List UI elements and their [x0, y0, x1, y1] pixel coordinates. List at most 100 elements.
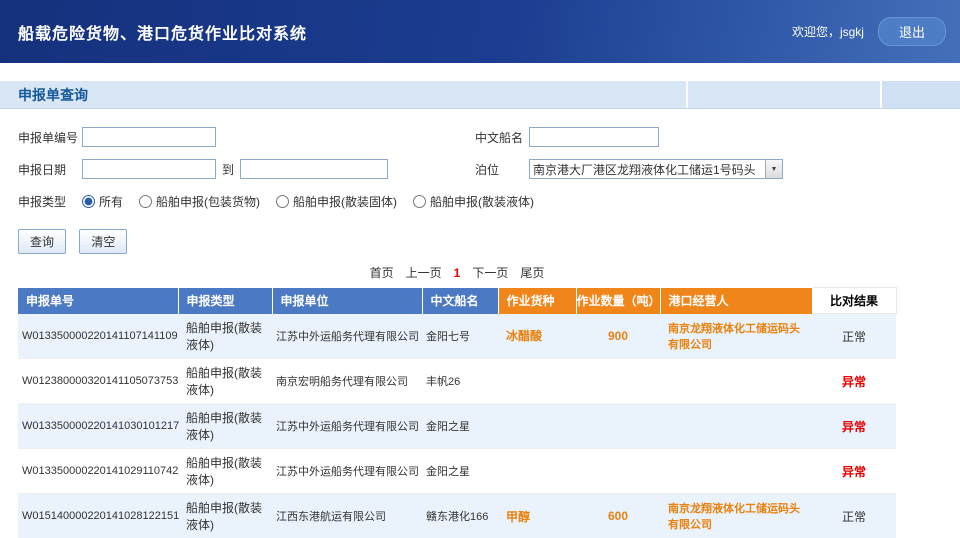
- cell-quantity: [576, 449, 660, 494]
- radio-option-bulk-liquid[interactable]: 船舶申报(散装液体): [413, 193, 534, 210]
- cell-ship-name: 金阳之星: [422, 449, 498, 494]
- declaration-no-input[interactable]: [82, 127, 216, 147]
- cell-agent: 江西东港航运有限公司: [272, 494, 422, 538]
- cell-declaration-no: W013350000220141107141109: [18, 314, 178, 359]
- table-row: W013350000220141107141109 船舶申报(散装液体) 江苏中…: [18, 314, 896, 359]
- form-row-2: 申报日期 到 泊位 南京港大厂港区龙翔液体化工储运1号码头 ▼: [18, 153, 960, 185]
- app-title: 船载危险货物、港口危货作业比对系统: [0, 20, 307, 44]
- date-range-group: 申报日期 到: [18, 159, 475, 179]
- cell-declaration-type: 船舶申报(散装液体): [178, 404, 272, 449]
- action-buttons: 查询 清空: [0, 217, 960, 254]
- radio-all-label: 所有: [99, 193, 123, 210]
- cell-agent: 江苏中外运船务代理有限公司: [272, 314, 422, 359]
- header-compare-result: 比对结果: [812, 288, 896, 314]
- result-value: 正常: [812, 314, 896, 359]
- cell-cargo: [498, 449, 576, 494]
- cell-operator: [660, 449, 812, 494]
- query-button[interactable]: 查询: [18, 229, 66, 254]
- form-row-3: 申报类型 所有 船舶申报(包装货物) 船舶申报(散装固体) 船舶申报(散装液体): [18, 185, 960, 217]
- cell-declaration-type: 船舶申报(散装液体): [178, 494, 272, 538]
- radio-option-bulk-solid[interactable]: 船舶申报(散装固体): [276, 193, 397, 210]
- cell-cargo: 冰醋酸: [498, 314, 576, 359]
- berth-select-value: 南京港大厂港区龙翔液体化工储运1号码头: [530, 161, 765, 178]
- form-row-1: 申报单编号 中文船名: [18, 121, 960, 153]
- cell-quantity: [576, 359, 660, 404]
- table-row: W015140000220141028122151 船舶申报(散装液体) 江西东…: [18, 494, 896, 538]
- header-ship-name: 中文船名: [422, 288, 498, 314]
- cell-ship-name: 丰帆26: [422, 359, 498, 404]
- cell-agent: 江苏中外运船务代理有限公司: [272, 449, 422, 494]
- radio-packaged[interactable]: [139, 195, 152, 208]
- pagination-current-page: 1: [454, 266, 461, 280]
- radio-bulk-solid[interactable]: [276, 195, 289, 208]
- page-title: 申报单查询: [0, 85, 88, 105]
- berth-label: 泊位: [475, 161, 529, 178]
- cell-declaration-type: 船舶申报(散装液体): [178, 359, 272, 404]
- cell-quantity: 900: [576, 314, 660, 359]
- cell-declaration-type: 船舶申报(散装液体): [178, 314, 272, 359]
- pagination-first[interactable]: 首页: [370, 264, 394, 281]
- declaration-no-group: 申报单编号: [18, 127, 475, 147]
- radio-bulk-solid-label: 船舶申报(散装固体): [293, 193, 397, 210]
- header-declaration-type: 申报类型: [178, 288, 272, 314]
- declaration-type-radios: 所有 船舶申报(包装货物) 船舶申报(散装固体) 船舶申报(散装液体): [82, 193, 550, 210]
- result-value: 异常: [812, 449, 896, 494]
- table-row: W013350000220141029110742 船舶申报(散装液体) 江苏中…: [18, 449, 896, 494]
- cell-cargo: [498, 359, 576, 404]
- result-value: 正常: [812, 494, 896, 538]
- cell-quantity: 600: [576, 494, 660, 538]
- radio-bulk-liquid[interactable]: [413, 195, 426, 208]
- header-cargo: 作业货种: [498, 288, 576, 314]
- pagination-prev[interactable]: 上一页: [406, 264, 442, 281]
- query-form: 申报单编号 中文船名 申报日期 到 泊位 南京港大厂港区龙翔液体化工储运1号码头…: [0, 109, 960, 217]
- declaration-type-label: 申报类型: [18, 193, 82, 210]
- cell-quantity: [576, 404, 660, 449]
- logout-button[interactable]: 退出: [878, 17, 946, 46]
- radio-bulk-liquid-label: 船舶申报(散装液体): [430, 193, 534, 210]
- cell-operator: [660, 404, 812, 449]
- radio-packaged-label: 船舶申报(包装货物): [156, 193, 260, 210]
- declaration-no-label: 申报单编号: [18, 129, 82, 146]
- table-header-row: 申报单号 申报类型 申报单位 中文船名 作业货种 作业数量（吨） 港口经营人 比…: [18, 288, 896, 314]
- header-user-area: 欢迎您，jsgkj 退出: [792, 0, 946, 63]
- cell-operator: [660, 359, 812, 404]
- date-to-label: 到: [222, 161, 234, 178]
- ship-name-input[interactable]: [529, 127, 659, 147]
- radio-all[interactable]: [82, 195, 95, 208]
- radio-option-packaged[interactable]: 船舶申报(包装货物): [139, 193, 260, 210]
- cell-operator: 南京龙翔液体化工储运码头有限公司: [660, 314, 812, 359]
- pagination-last[interactable]: 尾页: [520, 264, 544, 281]
- header-declaration-no: 申报单号: [18, 288, 178, 314]
- result-value: 异常: [812, 404, 896, 449]
- cell-cargo: 甲醇: [498, 494, 576, 538]
- header-quantity: 作业数量（吨）: [576, 288, 660, 314]
- berth-select[interactable]: 南京港大厂港区龙翔液体化工储运1号码头 ▼: [529, 159, 783, 179]
- cell-agent: 南京宏明船务代理有限公司: [272, 359, 422, 404]
- pagination-next[interactable]: 下一页: [472, 264, 508, 281]
- welcome-text: 欢迎您，jsgkj: [792, 23, 864, 40]
- cell-cargo: [498, 404, 576, 449]
- ship-name-label: 中文船名: [475, 129, 529, 146]
- result-value: 异常: [812, 359, 896, 404]
- berth-group: 泊位 南京港大厂港区龙翔液体化工储运1号码头 ▼: [475, 159, 783, 179]
- cell-declaration-no: W012380000320141105073753: [18, 359, 178, 404]
- header-agent: 申报单位: [272, 288, 422, 314]
- cell-ship-name: 金阳之星: [422, 404, 498, 449]
- date-from-input[interactable]: [82, 159, 216, 179]
- clear-button[interactable]: 清空: [79, 229, 127, 254]
- pagination: 首页 上一页 1 下一页 尾页: [18, 264, 896, 281]
- chevron-down-icon: ▼: [765, 160, 782, 178]
- date-label: 申报日期: [18, 161, 82, 178]
- section-bar: 申报单查询: [0, 81, 960, 109]
- cell-declaration-no: W013350000220141029110742: [18, 449, 178, 494]
- radio-option-all[interactable]: 所有: [82, 193, 123, 210]
- cell-operator: 南京龙翔液体化工储运码头有限公司: [660, 494, 812, 538]
- ship-name-group: 中文船名: [475, 127, 659, 147]
- date-to-input[interactable]: [240, 159, 388, 179]
- table-row: W012380000320141105073753 船舶申报(散装液体) 南京宏…: [18, 359, 896, 404]
- cell-declaration-type: 船舶申报(散装液体): [178, 449, 272, 494]
- app-header: 船载危险货物、港口危货作业比对系统 欢迎您，jsgkj 退出: [0, 0, 960, 63]
- cell-ship-name: 赣东港化166: [422, 494, 498, 538]
- cell-declaration-no: W015140000220141028122151: [18, 494, 178, 538]
- cell-agent: 江苏中外运船务代理有限公司: [272, 404, 422, 449]
